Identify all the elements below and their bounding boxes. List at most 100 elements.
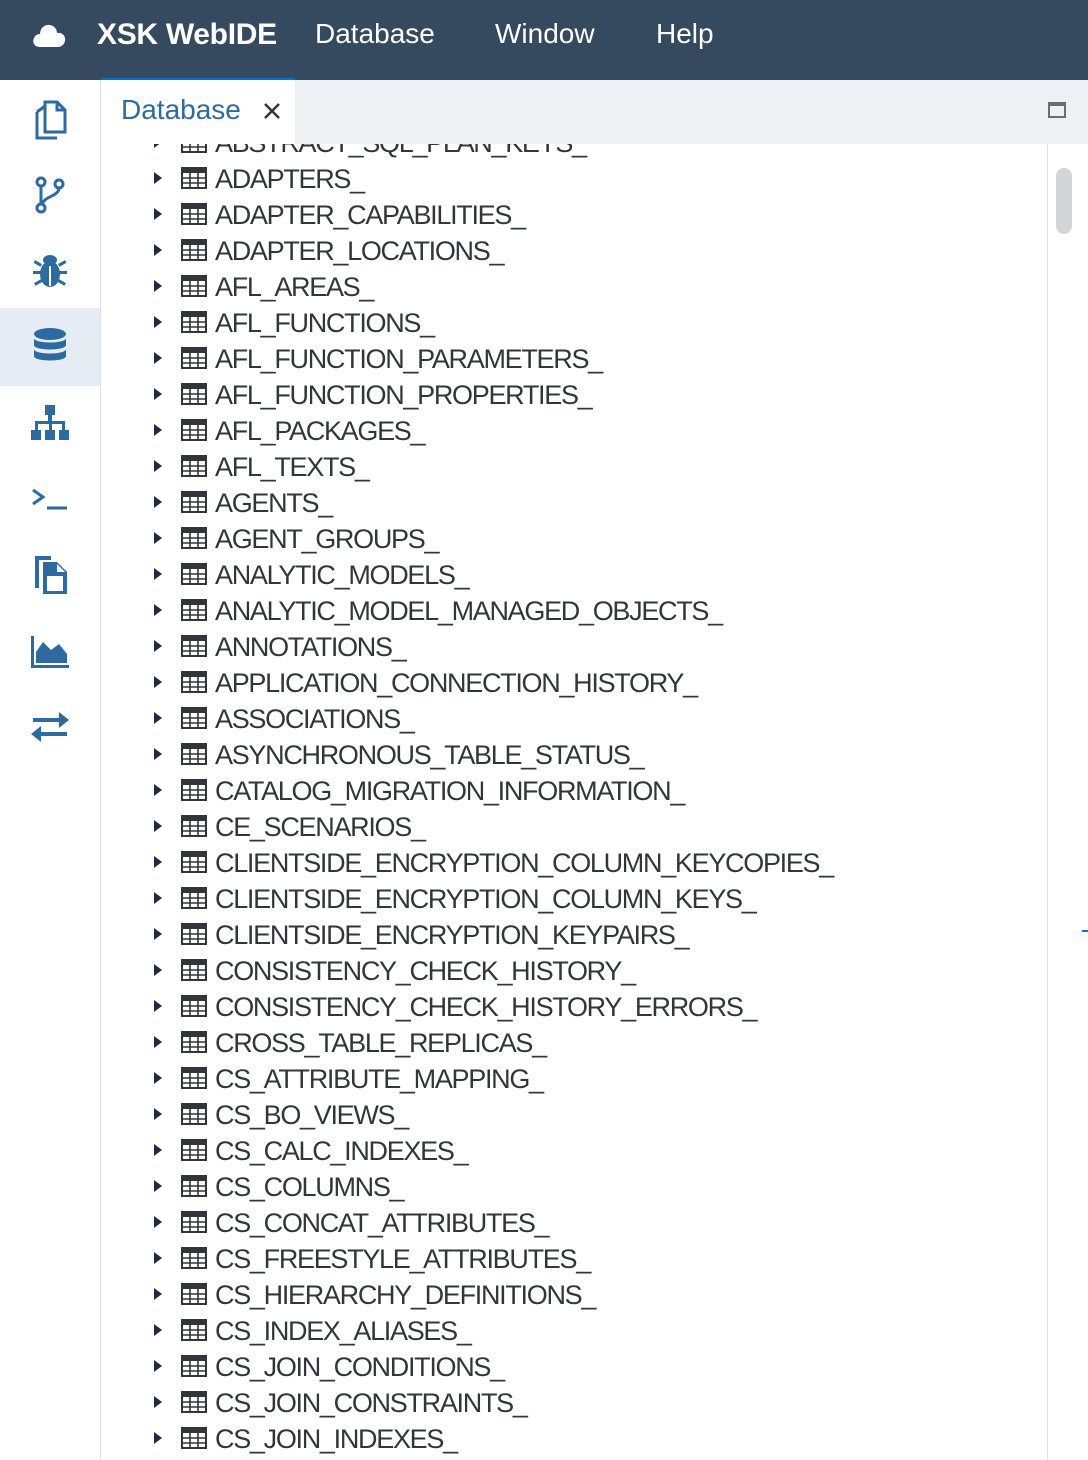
tree-row[interactable]: CROSS_TABLE_REPLICAS_ — [101, 1024, 1047, 1060]
maximize-icon[interactable] — [1048, 102, 1066, 118]
expand-caret-icon[interactable] — [154, 532, 162, 544]
tree-row[interactable]: CS_BO_VIEWS_ — [101, 1096, 1047, 1132]
menu-database[interactable]: Database — [315, 18, 435, 50]
scrollbar-thumb[interactable] — [1056, 168, 1072, 234]
expand-caret-icon[interactable] — [154, 1252, 162, 1264]
tree-row[interactable]: CE_SCENARIOS_ — [101, 808, 1047, 844]
expand-caret-icon[interactable] — [154, 424, 162, 436]
tree-item-label: APPLICATION_CONNECTION_HISTORY_ — [215, 668, 698, 698]
expand-caret-icon[interactable] — [154, 964, 162, 976]
expand-caret-icon[interactable] — [154, 604, 162, 616]
tree-row[interactable]: ADAPTER_CAPABILITIES_ — [101, 196, 1047, 232]
tree-row[interactable]: AFL_FUNCTIONS_ — [101, 304, 1047, 340]
tree-row[interactable]: CS_ATTRIBUTE_MAPPING_ — [101, 1060, 1047, 1096]
menu-help[interactable]: Help — [656, 18, 714, 50]
expand-caret-icon[interactable] — [154, 928, 162, 940]
expand-caret-icon[interactable] — [154, 1288, 162, 1300]
tree-row[interactable]: AFL_AREAS_ — [101, 268, 1047, 304]
tree-row[interactable]: CS_HIERARCHY_DEFINITIONS_ — [101, 1276, 1047, 1312]
expand-caret-icon[interactable] — [154, 1396, 162, 1408]
sidebar-item-debugger[interactable] — [0, 232, 100, 310]
sidebar-item-database[interactable] — [0, 308, 100, 386]
expand-caret-icon[interactable] — [154, 1072, 162, 1084]
tree-row[interactable]: AFL_PACKAGES_ — [101, 412, 1047, 448]
table-icon — [181, 1067, 207, 1089]
expand-caret-icon[interactable] — [154, 1108, 162, 1120]
expand-caret-icon[interactable] — [154, 144, 162, 148]
expand-caret-icon[interactable] — [154, 748, 162, 760]
expand-caret-icon[interactable] — [154, 352, 162, 364]
tree-row[interactable]: ADAPTERS_ — [101, 160, 1047, 196]
sidebar-item-transport[interactable] — [0, 688, 100, 766]
expand-caret-icon[interactable] — [154, 892, 162, 904]
expand-caret-icon[interactable] — [154, 496, 162, 508]
tree-row[interactable]: CS_CALC_INDEXES_ — [101, 1132, 1047, 1168]
expand-caret-icon[interactable] — [154, 568, 162, 580]
tree-row[interactable]: CS_COLUMNS_ — [101, 1168, 1047, 1204]
tree-row[interactable]: CS_INDEX_ALIASES_ — [101, 1312, 1047, 1348]
tree-row[interactable]: ABSTRACT_SQL_PLAN_KEYS_ — [101, 144, 1047, 160]
tree-row[interactable]: ADAPTER_LOCATIONS_ — [101, 232, 1047, 268]
expand-caret-icon[interactable] — [154, 1324, 162, 1336]
expand-caret-icon[interactable] — [154, 1036, 162, 1048]
expand-caret-icon[interactable] — [154, 1144, 162, 1156]
tree-item-label: ADAPTER_LOCATIONS_ — [215, 236, 504, 266]
tree-row[interactable]: AFL_TEXTS_ — [101, 448, 1047, 484]
close-icon[interactable] — [261, 100, 283, 122]
tree-row[interactable]: CATALOG_MIGRATION_INFORMATION_ — [101, 772, 1047, 808]
tab-database[interactable]: Database — [101, 80, 295, 144]
expand-caret-icon[interactable] — [154, 640, 162, 652]
expand-caret-icon[interactable] — [154, 208, 162, 220]
tree-row[interactable]: ASSOCIATIONS_ — [101, 700, 1047, 736]
tree-row[interactable]: CLIENTSIDE_ENCRYPTION_COLUMN_KEYS_ — [101, 880, 1047, 916]
expand-caret-icon[interactable] — [154, 1000, 162, 1012]
sidebar-item-repository[interactable] — [0, 384, 100, 462]
tree-row[interactable]: AGENT_GROUPS_ — [101, 520, 1047, 556]
expand-caret-icon[interactable] — [154, 676, 162, 688]
tree-row[interactable]: ASYNCHRONOUS_TABLE_STATUS_ — [101, 736, 1047, 772]
tree-row[interactable]: CONSISTENCY_CHECK_HISTORY_ — [101, 952, 1047, 988]
expand-caret-icon[interactable] — [154, 244, 162, 256]
expand-caret-icon[interactable] — [154, 784, 162, 796]
tree-row[interactable]: APPLICATION_CONNECTION_HISTORY_ — [101, 664, 1047, 700]
sidebar-item-terminal[interactable] — [0, 460, 100, 538]
menu-window[interactable]: Window — [495, 18, 595, 50]
tree-row[interactable]: CS_JOIN_CONDITIONS_ — [101, 1348, 1047, 1384]
tree-item-label: CONSISTENCY_CHECK_HISTORY_ — [215, 956, 636, 986]
expand-caret-icon[interactable] — [154, 820, 162, 832]
expand-caret-icon[interactable] — [154, 1432, 162, 1444]
expand-caret-icon[interactable] — [154, 280, 162, 292]
sidebar — [0, 80, 101, 1460]
tree-row[interactable]: CS_JOIN_INDEXES_ — [101, 1420, 1047, 1456]
sidebar-item-monitoring[interactable] — [0, 612, 100, 690]
expand-caret-icon[interactable] — [154, 1360, 162, 1372]
tree-row[interactable]: ANALYTIC_MODELS_ — [101, 556, 1047, 592]
tree-row[interactable]: AGENTS_ — [101, 484, 1047, 520]
tree-row[interactable]: AFL_FUNCTION_PROPERTIES_ — [101, 376, 1047, 412]
tree-item-label: CLIENTSIDE_ENCRYPTION_KEYPAIRS_ — [215, 920, 690, 950]
expand-caret-icon[interactable] — [154, 1216, 162, 1228]
sidebar-item-workspace[interactable] — [0, 80, 100, 158]
expand-caret-icon[interactable] — [154, 460, 162, 472]
expand-caret-icon[interactable] — [154, 172, 162, 184]
tree-item-label: CLIENTSIDE_ENCRYPTION_COLUMN_KEYCOPIES_ — [215, 848, 834, 878]
expand-caret-icon[interactable] — [154, 1180, 162, 1192]
tree-row[interactable]: ANNOTATIONS_ — [101, 628, 1047, 664]
tree-row[interactable]: CS_FREESTYLE_ATTRIBUTES_ — [101, 1240, 1047, 1276]
sidebar-item-git[interactable] — [0, 156, 100, 234]
tree-row[interactable]: CS_CONCAT_ATTRIBUTES_ — [101, 1204, 1047, 1240]
tree-row[interactable]: CS_JOIN_CONSTRAINTS_ — [101, 1384, 1047, 1420]
expand-caret-icon[interactable] — [154, 712, 162, 724]
tree-item-label: CE_SCENARIOS_ — [215, 812, 426, 842]
tree-row[interactable]: ANALYTIC_MODEL_MANAGED_OBJECTS_ — [101, 592, 1047, 628]
expand-caret-icon[interactable] — [154, 316, 162, 328]
expand-caret-icon[interactable] — [154, 856, 162, 868]
expand-caret-icon[interactable] — [154, 388, 162, 400]
table-icon — [181, 959, 207, 981]
tree-row[interactable]: CLIENTSIDE_ENCRYPTION_KEYPAIRS_ — [101, 916, 1047, 952]
sidebar-item-documents[interactable] — [0, 536, 100, 614]
tree-row[interactable]: CONSISTENCY_CHECK_HISTORY_ERRORS_ — [101, 988, 1047, 1024]
table-icon — [181, 1031, 207, 1053]
tree-row[interactable]: CLIENTSIDE_ENCRYPTION_COLUMN_KEYCOPIES_ — [101, 844, 1047, 880]
tree-row[interactable]: AFL_FUNCTION_PARAMETERS_ — [101, 340, 1047, 376]
